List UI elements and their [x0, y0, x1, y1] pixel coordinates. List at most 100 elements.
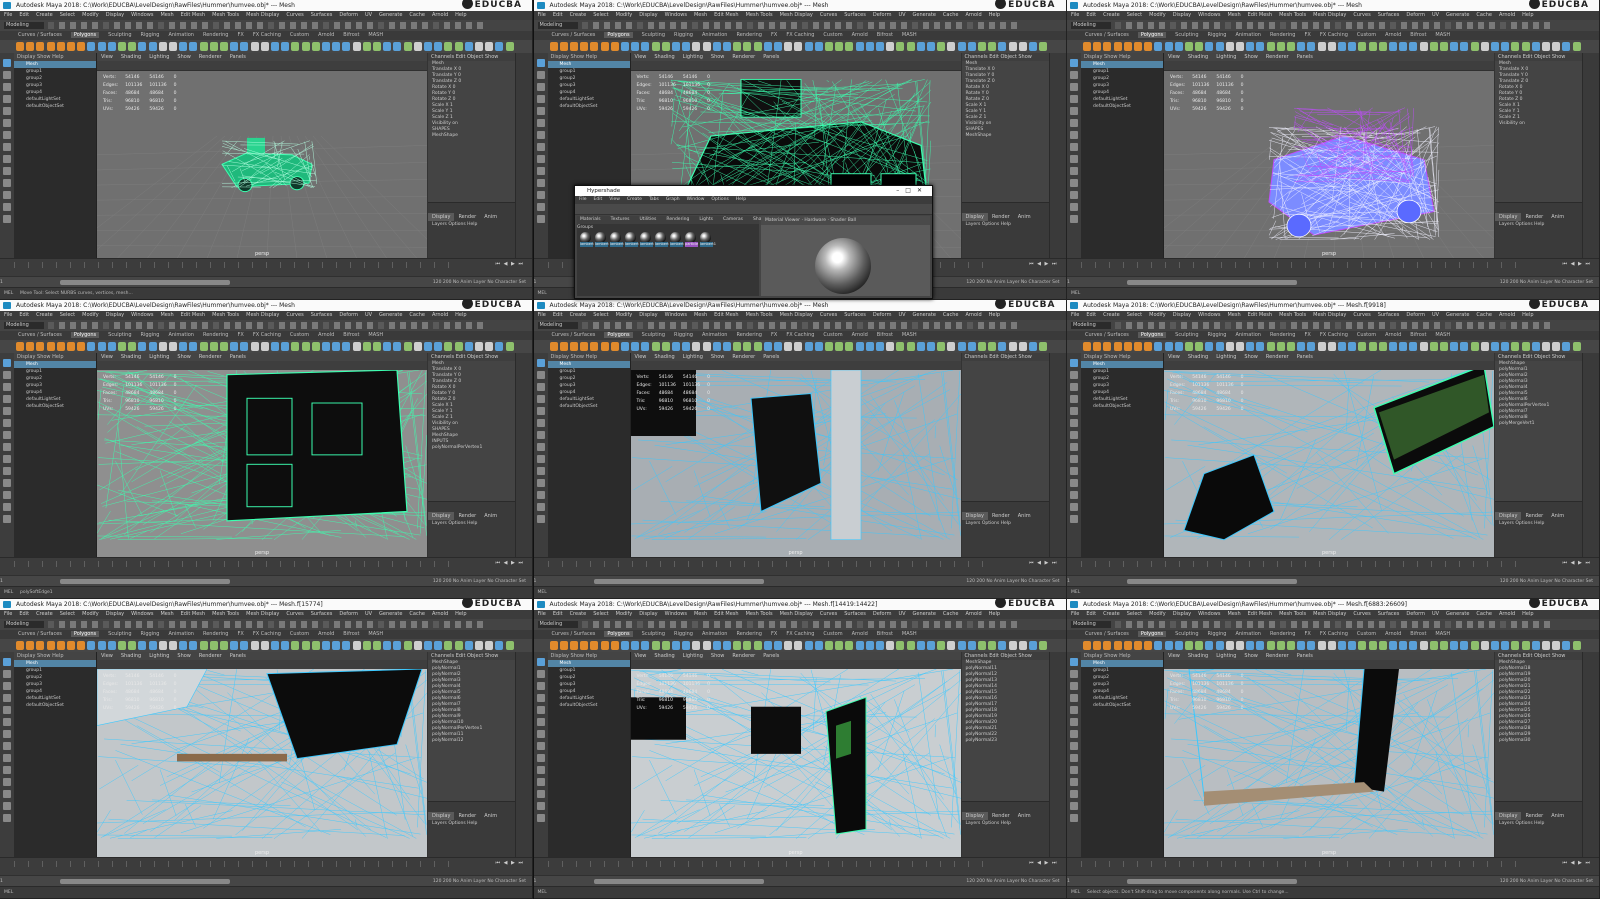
status-tool-icon[interactable]: [1225, 621, 1231, 629]
status-tool-icon[interactable]: [1225, 22, 1231, 29]
status-tool-icon[interactable]: [1489, 22, 1495, 29]
shelf-tab-fx-caching[interactable]: FX Caching: [1320, 631, 1348, 637]
tool-box[interactable]: [533, 53, 549, 259]
status-tool-icon[interactable]: [790, 321, 797, 329]
shelf-tab-curves-surfaces[interactable]: Curves / Surfaces: [552, 631, 596, 637]
shelf-tool-icon[interactable]: [220, 641, 228, 651]
status-tool-icon[interactable]: [235, 621, 241, 629]
status-tool-icon[interactable]: [411, 321, 417, 329]
viewport-menu-shading[interactable]: Shading: [121, 653, 141, 659]
layer-tab-render[interactable]: Render: [1521, 812, 1547, 820]
shelf-tool-icon[interactable]: [505, 42, 514, 51]
shelf-tool-icon[interactable]: [784, 641, 793, 651]
shelf-tool-icon[interactable]: [138, 42, 147, 51]
outliner-item[interactable]: group1: [548, 68, 630, 75]
shelf-tool-icon[interactable]: [835, 42, 844, 51]
viewport-menu-shading[interactable]: Shading: [654, 354, 674, 360]
menu-help[interactable]: Help: [989, 12, 1000, 18]
tool-icon[interactable]: [1070, 370, 1078, 379]
shelf-tab-bifrost[interactable]: Bifrost: [343, 332, 359, 338]
status-tool-icon[interactable]: [1126, 22, 1132, 29]
status-tool-icon[interactable]: [1511, 22, 1517, 29]
shelf-tool-icon[interactable]: [1358, 42, 1367, 51]
tool-icon[interactable]: [3, 454, 11, 463]
status-tool-icon[interactable]: [988, 22, 995, 29]
status-tool-icon[interactable]: [1280, 621, 1286, 629]
outliner-panel[interactable]: Display Show Help Mesh group1 group2 group3 g…: [1081, 53, 1164, 259]
viewport-menu-renderer[interactable]: Renderer: [732, 354, 755, 360]
status-tool-icon[interactable]: [1346, 321, 1352, 329]
material-swatches[interactable]: [580, 228, 715, 243]
attribute-editor-tabs[interactable]: [515, 652, 532, 858]
tool-icon[interactable]: [1070, 215, 1078, 223]
hypershade-titlebar[interactable]: Hypershade –□✕: [575, 186, 932, 196]
tool-icon[interactable]: [536, 59, 545, 67]
status-tool-icon[interactable]: [1313, 321, 1319, 329]
tool-icon[interactable]: [3, 430, 11, 439]
status-tool-icon[interactable]: [81, 621, 87, 629]
menu-deform[interactable]: Deform: [873, 312, 892, 318]
menu-file[interactable]: File: [538, 611, 546, 617]
tool-icon[interactable]: [536, 706, 545, 715]
tool-icon[interactable]: [536, 143, 545, 151]
shelf-tab-bifrost[interactable]: Bifrost: [877, 332, 893, 338]
menu-mesh[interactable]: Mesh: [694, 312, 707, 318]
status-tool-icon[interactable]: [1368, 321, 1374, 329]
shelf-tool-icon[interactable]: [937, 42, 946, 51]
main-menubar[interactable]: File Edit Create Select Modify Display Windows…: [533, 310, 1066, 320]
shelf-tab-animation[interactable]: Animation: [702, 32, 728, 38]
status-tool-icon[interactable]: [1434, 621, 1440, 629]
mode-selector[interactable]: Modeling: [4, 321, 44, 329]
playback-controls-icon[interactable]: ⏮ ◀ ▶ ⏭: [1029, 860, 1057, 866]
shelf-tabs[interactable]: Curves / Surfaces Polygons Sculpting Riggin…: [1067, 630, 1599, 640]
status-tool-icon[interactable]: [1533, 621, 1539, 629]
shelf-tab-sculpting[interactable]: Sculpting: [108, 332, 131, 338]
menu-edit-mesh[interactable]: Edit Mesh: [181, 312, 205, 318]
viewport-menubar[interactable]: View Shading Lighting Show Renderer Panels: [97, 652, 427, 661]
menu-file[interactable]: File: [538, 312, 546, 318]
status-tool-icon[interactable]: [1192, 621, 1198, 629]
shelf-tool-icon[interactable]: [1368, 641, 1377, 651]
shelf-tool-icon[interactable]: [373, 341, 381, 351]
menu-deform[interactable]: Deform: [1406, 611, 1425, 617]
layer-tab-render[interactable]: Render: [1521, 512, 1547, 520]
shelf-tool-icon[interactable]: [1450, 641, 1459, 651]
outliner-item[interactable]: defaultLightSet: [1081, 96, 1163, 103]
layer-editor[interactable]: Display Render Anim Layers Options Help: [428, 501, 518, 559]
tool-icon[interactable]: [3, 730, 11, 739]
menu-surfaces[interactable]: Surfaces: [844, 12, 866, 18]
status-tool-icon[interactable]: [268, 621, 274, 629]
shelf-tool-icon[interactable]: [332, 641, 341, 651]
shelf-tool-icon[interactable]: [199, 641, 208, 651]
hypershade-window[interactable]: Hypershade –□✕ File Edit View Create Tabs Gra…: [574, 185, 933, 299]
outliner-panel[interactable]: Display Show Help Mesh group1 group2 group3 g…: [14, 652, 97, 858]
channel-attribute[interactable]: MeshShape: [962, 133, 1052, 139]
shelf-tool-icon[interactable]: [322, 641, 330, 651]
menu-cache[interactable]: Cache: [1476, 12, 1492, 18]
playback-controls-icon[interactable]: ⏮ ◀ ▶ ⏭: [1029, 261, 1057, 267]
shelf-tool-icon[interactable]: [692, 341, 701, 351]
shelf-tool-icon[interactable]: [77, 42, 86, 51]
shelf-tool-icon[interactable]: [1440, 341, 1448, 351]
tool-icon[interactable]: [1070, 742, 1078, 751]
status-tool-icon[interactable]: [235, 321, 241, 329]
shelf-tool-icon[interactable]: [1225, 42, 1234, 51]
shelf-tool-icon[interactable]: [1491, 42, 1499, 51]
status-tool-icon[interactable]: [378, 621, 384, 629]
channel-box-menu[interactable]: Channels Edit Object Show: [428, 652, 518, 661]
status-tool-icon[interactable]: [702, 621, 709, 629]
menu-generate[interactable]: Generate: [1446, 312, 1469, 318]
tool-icon[interactable]: [3, 358, 11, 367]
shelf-tool-icon[interactable]: [906, 641, 915, 651]
outliner-item[interactable]: group1: [14, 368, 96, 375]
tool-icon[interactable]: [1070, 191, 1078, 199]
shelf-tool-icon[interactable]: [1123, 641, 1132, 651]
shelf-tool-icon[interactable]: [260, 641, 269, 651]
status-tool-icon[interactable]: [933, 22, 940, 29]
shelf-tool-icon[interactable]: [1246, 641, 1255, 651]
outliner-menu[interactable]: Display Show Help: [547, 53, 630, 61]
status-tool-icon[interactable]: [1379, 321, 1385, 329]
status-tool-icon[interactable]: [889, 621, 896, 629]
tool-icon[interactable]: [3, 778, 11, 787]
status-tool-icon[interactable]: [202, 621, 208, 629]
